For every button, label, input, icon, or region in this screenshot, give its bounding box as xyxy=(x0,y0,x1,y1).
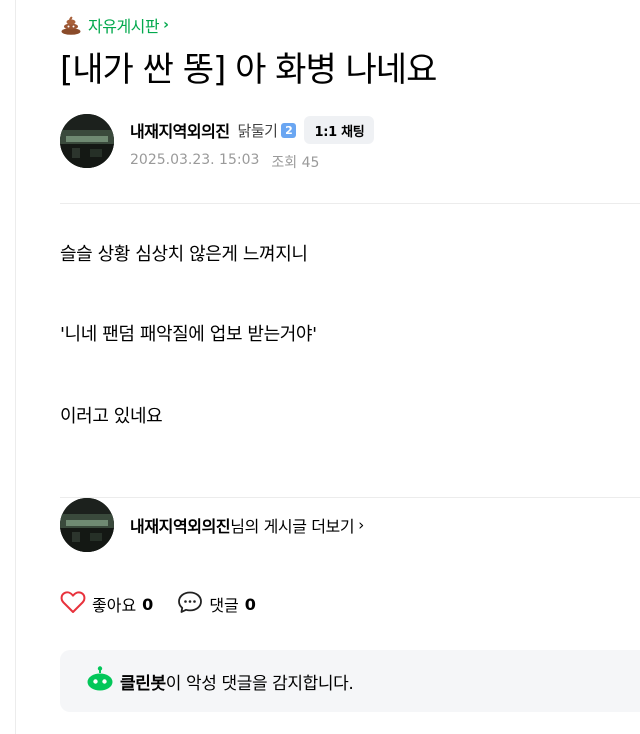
author-name[interactable]: 내재지역외의진 xyxy=(130,118,230,142)
post-date: 2025.03.23. 15:03 xyxy=(130,152,260,168)
board-link[interactable]: 자유게시판 › xyxy=(60,12,169,38)
chevron-right-icon: › xyxy=(163,17,169,33)
level-badge: 2 xyxy=(281,122,297,138)
post-body-line: 슬슬 상황 심상치 않은게 느껴지니 xyxy=(60,244,308,265)
divider xyxy=(60,497,640,498)
cleanbot-robot-icon xyxy=(86,666,114,696)
cleanbot-description: 이 악성 댓글을 감지합니다. xyxy=(165,673,354,694)
poo-icon xyxy=(60,15,82,35)
avatar[interactable] xyxy=(60,114,114,168)
member-grade: 닭둘기 xyxy=(237,121,278,140)
more-author-name: 내재지역외의진 xyxy=(130,517,231,536)
chevron-right-icon: › xyxy=(358,516,364,534)
more-posts-label: 님의 게시글 더보기 xyxy=(230,517,355,536)
left-border xyxy=(15,0,16,734)
like-label: 좋아요 xyxy=(92,596,137,615)
like-count: 0 xyxy=(142,594,154,614)
like-button[interactable]: 좋아요 0 xyxy=(60,590,153,618)
comment-icon xyxy=(177,590,203,618)
comment-button[interactable]: 댓글 0 xyxy=(177,590,256,618)
post-actions: 좋아요 0 댓글 0 xyxy=(60,590,256,618)
avatar[interactable] xyxy=(60,498,114,552)
view-count: 조회 45 xyxy=(271,155,320,171)
comment-count: 0 xyxy=(244,594,256,614)
cleanbot-brand: 클린봇 xyxy=(120,673,166,694)
comment-label: 댓글 xyxy=(209,596,239,615)
chat-button[interactable]: 1:1 채팅 xyxy=(304,116,375,144)
heart-icon xyxy=(60,590,86,618)
cleanbot-banner: 클린봇이 악성 댓글을 감지합니다. xyxy=(60,650,640,712)
board-name: 자유게시판 xyxy=(88,17,160,36)
post-body-line: '니네 팬덤 패악질에 업보 받는거야' xyxy=(60,324,317,345)
divider xyxy=(60,203,640,204)
post-meta: 2025.03.23. 15:03 조회 45 xyxy=(130,152,319,172)
post-title: [내가 싼 똥] 아 화병 나네요 xyxy=(60,50,437,90)
author-info: 내재지역외의진 닭둘기 2 1:1 채팅 xyxy=(130,116,375,144)
cleanbot-text: 클린봇이 악성 댓글을 감지합니다. xyxy=(120,669,354,694)
post-body-line: 이러고 있네요 xyxy=(60,406,163,427)
more-posts-link[interactable]: 내재지역외의진 님의 게시글 더보기 › xyxy=(130,513,364,537)
